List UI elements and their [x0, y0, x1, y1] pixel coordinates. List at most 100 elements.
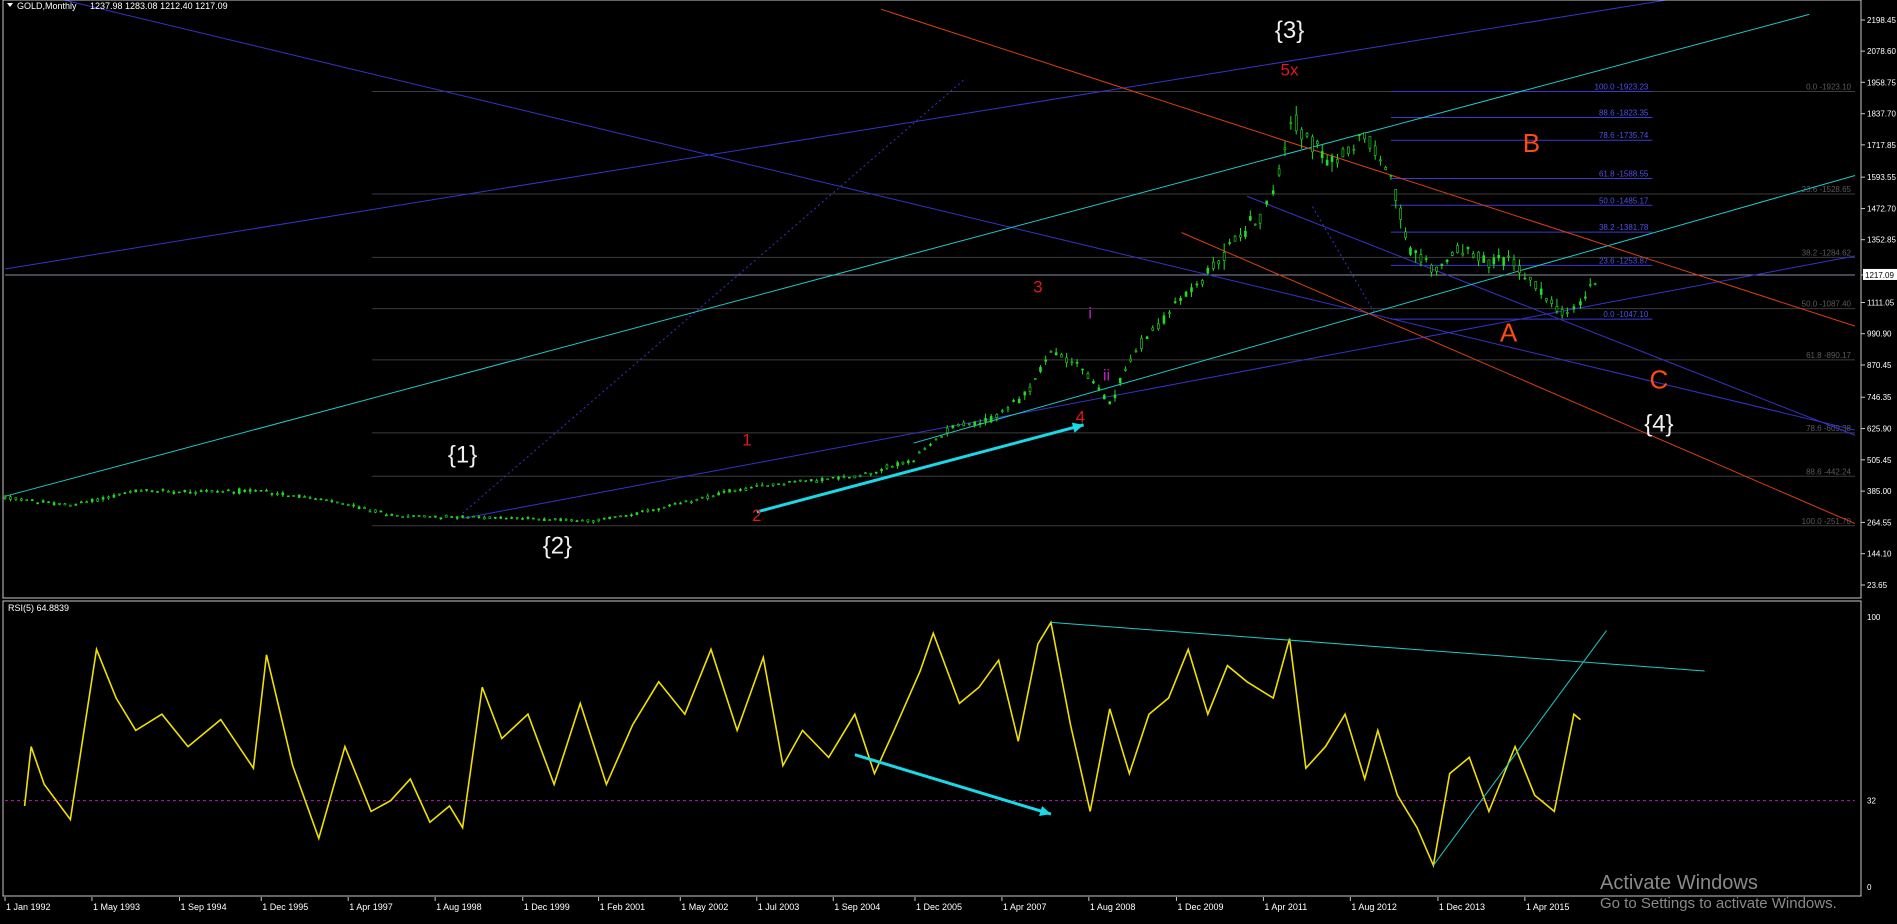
candle-body	[1222, 252, 1226, 261]
candle-body	[1023, 391, 1027, 396]
time-tick-label: 1 Apr 2007	[1003, 902, 1047, 912]
candle-body	[973, 421, 976, 426]
candle-body	[1507, 255, 1510, 258]
candle-body	[1487, 259, 1491, 268]
candle-body	[570, 519, 573, 522]
gold-monthly-chart[interactable]: 0.0 -1923.10 23.6 -1528.65 38.2 -1284.62 50…	[0, 0, 1897, 924]
candle-body	[1265, 200, 1268, 205]
candle-body	[58, 503, 61, 505]
candle-body	[608, 516, 611, 520]
candle-body	[1357, 134, 1361, 137]
time-tick-label: 1 Feb 2001	[600, 902, 646, 912]
candle-body	[1134, 350, 1138, 353]
candle-body	[962, 422, 966, 426]
candle-body	[1497, 254, 1501, 259]
candle-body	[1363, 132, 1367, 140]
fib-left-label: 50.0 -1485.17	[1599, 196, 1649, 205]
axes: 2198.45 2078.60 1958.75 1837.70 1717.85 1593.…	[4, 16, 1897, 912]
candle-body	[461, 515, 464, 518]
time-tick-label: 1 Aug 2008	[1090, 902, 1136, 912]
price-candles	[3, 105, 1597, 524]
candle-body	[592, 520, 595, 523]
time-tick-label: 1 Apr 2011	[1264, 902, 1307, 912]
candle-body	[1502, 257, 1505, 266]
rsi-title: RSI(5) 64.8839	[8, 603, 69, 613]
upper-channel-line	[4, 0, 1670, 270]
candle-body	[210, 490, 214, 493]
candle-body	[1320, 151, 1324, 158]
candle-body	[951, 425, 955, 429]
time-tick-label: 1 Sep 1994	[181, 902, 227, 912]
candle-body	[662, 506, 666, 509]
wave-label: 1	[742, 431, 751, 450]
fib-left-label: 88.6 -1823.35	[1599, 108, 1649, 117]
candle-body	[668, 504, 671, 507]
candle-body	[112, 494, 116, 498]
time-tick-label: 1 Jan 1992	[6, 902, 51, 912]
candle-body	[221, 491, 225, 493]
candle-body	[809, 479, 813, 482]
wave-label: {4}	[1644, 410, 1673, 437]
candle-body	[167, 490, 170, 493]
candle-body	[602, 517, 606, 520]
candle-body	[934, 438, 938, 441]
wave-label: {1}	[448, 442, 477, 469]
candle-body	[923, 448, 927, 450]
wave-label: C	[1649, 365, 1668, 395]
candle-body	[1017, 398, 1021, 404]
candle-body	[641, 510, 644, 512]
candle-body	[1560, 309, 1564, 316]
candle-body	[1518, 265, 1521, 274]
candle-body	[1550, 299, 1553, 304]
candle-body	[1184, 291, 1188, 297]
candle-body	[1305, 133, 1309, 137]
candle-body	[107, 496, 110, 499]
candle-body	[1492, 257, 1496, 265]
candle-body	[1289, 122, 1293, 125]
candle-body	[161, 489, 165, 491]
candle-body	[259, 489, 263, 492]
candle-body	[940, 436, 943, 438]
fib-left-label: 78.6 -1735.74	[1599, 131, 1649, 140]
time-tick-label: 1 Aug 1998	[436, 902, 482, 912]
candle-body	[1060, 354, 1063, 358]
candle-body	[1477, 251, 1480, 262]
candle-body	[1593, 283, 1597, 285]
price-tick-label: 1352.85	[1867, 236, 1896, 245]
candle-body	[150, 490, 154, 492]
candle-body	[1529, 276, 1532, 281]
candle-body	[989, 416, 993, 423]
candle-body	[504, 517, 508, 520]
candle-body	[1206, 267, 1210, 274]
candle-body	[864, 472, 867, 475]
candle-body	[869, 472, 873, 475]
candle-body	[297, 494, 301, 498]
dotted-arc-line	[1311, 206, 1379, 319]
price-tick-label: 1472.70	[1867, 205, 1896, 214]
candle-body	[188, 491, 192, 494]
candle-body	[771, 483, 775, 486]
candle-body	[69, 504, 72, 507]
price-tick-label: 505.45	[1867, 456, 1892, 465]
candle-body	[690, 501, 693, 504]
candle-body	[1440, 263, 1444, 266]
candle-body	[368, 510, 372, 513]
candle-body	[553, 518, 557, 521]
candle-body	[477, 516, 481, 518]
candle-body	[286, 495, 290, 498]
candle-body	[657, 508, 661, 511]
candle-body	[967, 423, 971, 425]
wave-label: {2}	[543, 532, 572, 559]
orange-lower-channel	[1181, 232, 1856, 525]
candle-body	[1086, 373, 1090, 379]
candle-body	[341, 503, 345, 505]
candle-body	[978, 422, 982, 425]
candle-body	[1201, 280, 1204, 285]
candle-body	[63, 503, 67, 506]
candle-body	[1190, 287, 1193, 293]
candle-body	[330, 500, 334, 503]
fib-left-label: 0.0 -1047.10	[1603, 310, 1648, 319]
candle-body	[1572, 306, 1576, 310]
candle-body	[145, 489, 148, 491]
candle-body	[532, 517, 535, 520]
